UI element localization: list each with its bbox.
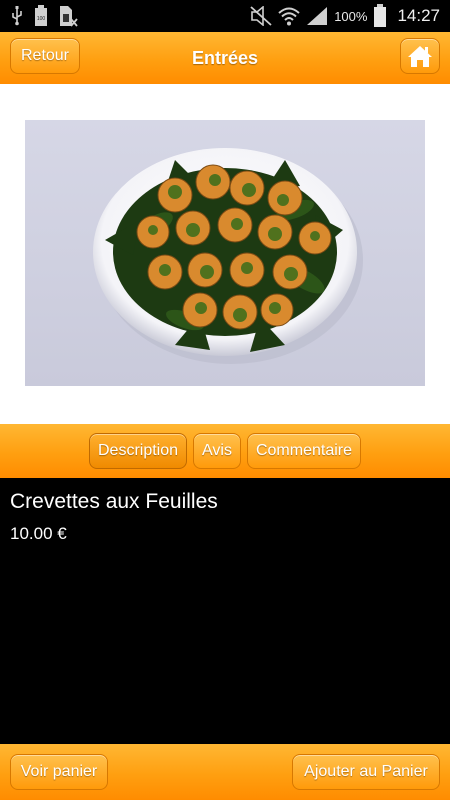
product-image-area <box>0 84 450 424</box>
battery-percent: 100% <box>334 8 368 24</box>
mute-icon <box>250 6 272 26</box>
svg-text:100: 100 <box>37 16 46 22</box>
header-bar: Retour Entrées <box>0 32 450 84</box>
footer-bar: Voir panier Ajouter au Panier <box>0 744 450 800</box>
tab-commentaire[interactable]: Commentaire <box>246 433 361 469</box>
product-price: 10.00 € <box>10 524 67 543</box>
usb-icon <box>10 6 24 26</box>
product-name: Crevettes aux Feuilles <box>10 490 218 513</box>
battery-icon <box>373 4 387 28</box>
battery-100-icon: 100 <box>34 5 48 27</box>
home-button[interactable] <box>400 38 440 74</box>
tab-avis[interactable]: Avis <box>193 433 241 469</box>
home-icon <box>407 44 433 68</box>
clock: 14:27 <box>397 6 440 25</box>
tab-bar: Description Avis Commentaire <box>0 424 450 478</box>
status-bar: 100 100% 14:27 <box>0 0 450 32</box>
page-title: Entrées <box>191 47 259 68</box>
product-details: Crevettes aux Feuilles 10.00 € <box>0 478 450 744</box>
tab-description[interactable]: Description <box>89 433 188 469</box>
product-photo <box>25 120 425 386</box>
add-to-cart-button[interactable]: Ajouter au Panier <box>292 754 440 790</box>
view-cart-button[interactable]: Voir panier <box>10 754 108 790</box>
back-button[interactable]: Retour <box>10 38 80 74</box>
wifi-icon <box>278 6 300 26</box>
sim-blocked-icon <box>58 5 78 27</box>
signal-icon <box>306 6 328 26</box>
